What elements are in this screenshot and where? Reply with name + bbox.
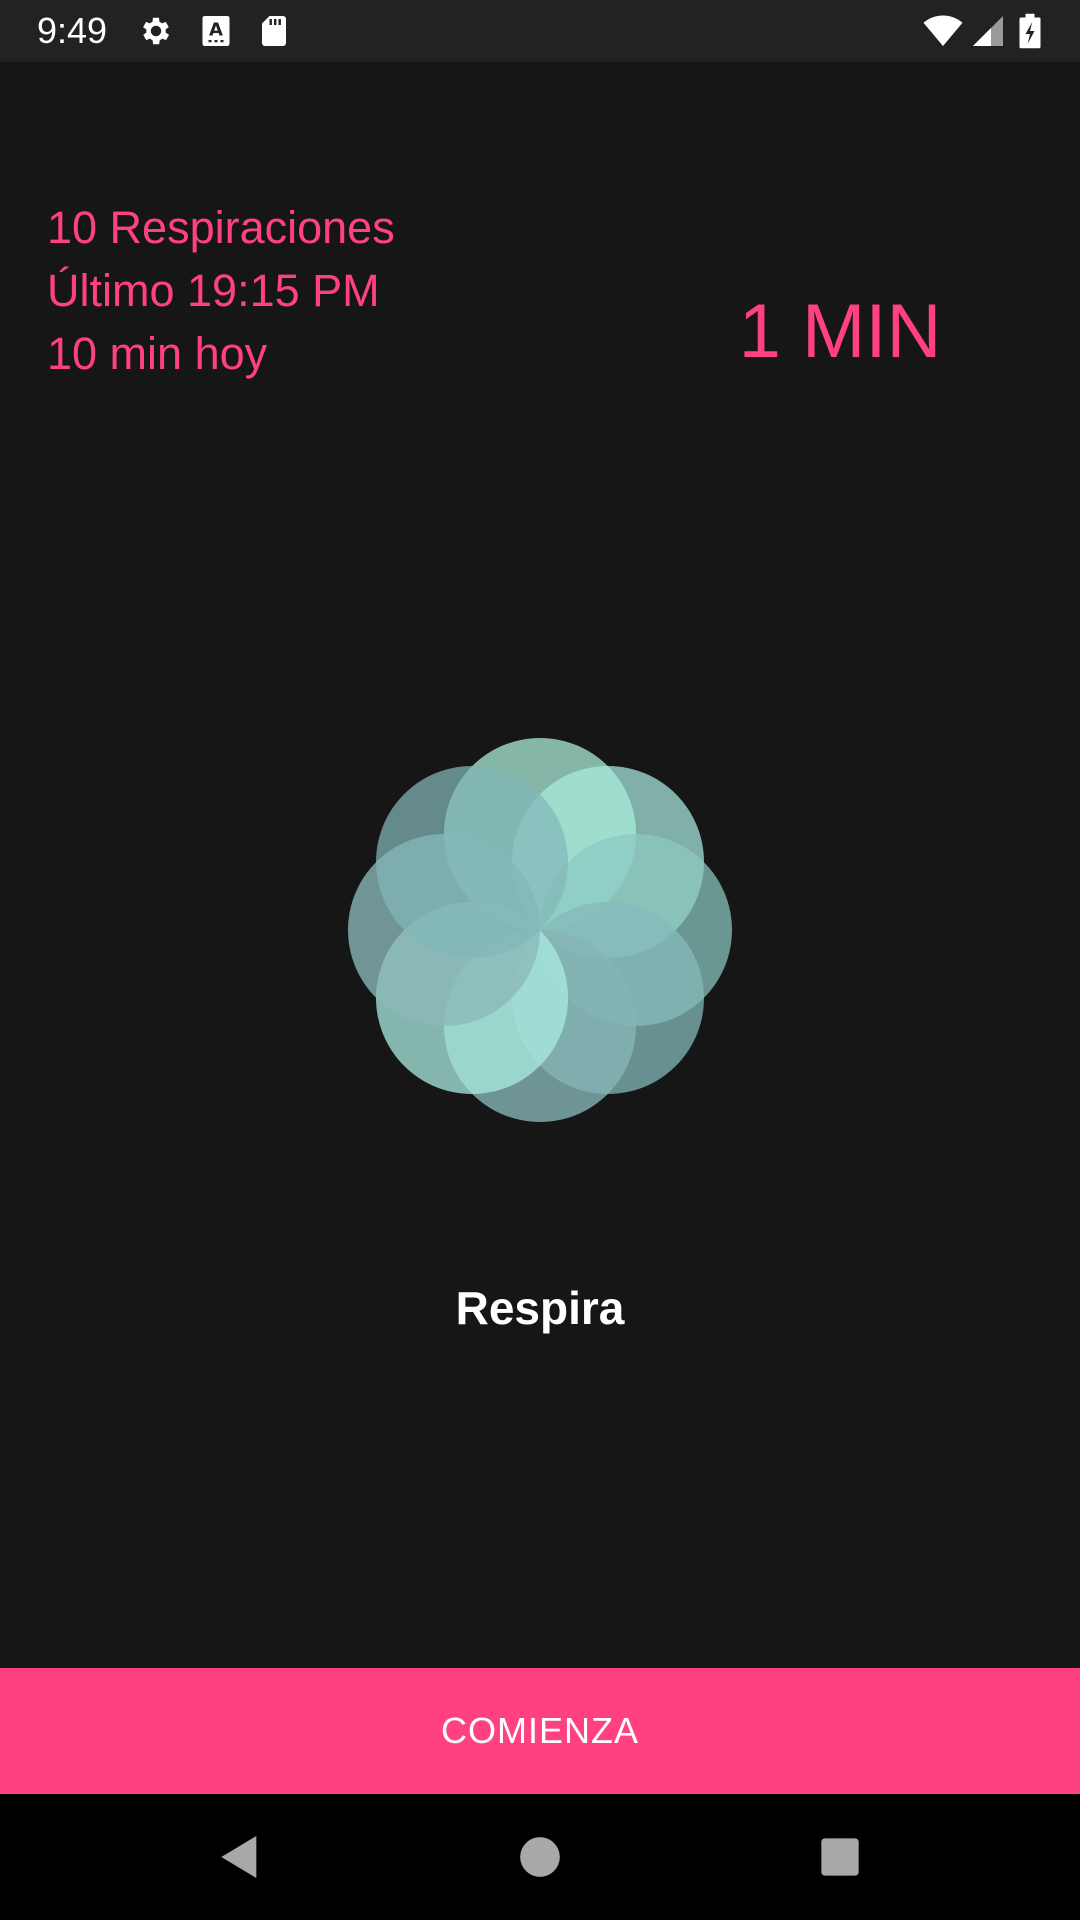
duration-selector[interactable]: 1 MIN — [700, 282, 980, 382]
breathe-label: Respira — [455, 1282, 625, 1334]
gear-icon — [143, 17, 170, 45]
navigation-bar — [0, 1794, 1080, 1920]
start-button[interactable]: COMIENZA — [0, 1668, 1080, 1794]
a-keyboard-icon: A — [202, 16, 230, 46]
breathe-screen: 9:49 A 10 Respiraciones Último 19:15 PM … — [0, 0, 1080, 1920]
home-icon[interactable] — [512, 1829, 568, 1885]
session-stats: 10 Respiraciones Último 19:15 PM 10 min … — [47, 196, 567, 385]
status-bar: 9:49 A — [0, 0, 1080, 62]
breath-count: 10 Respiraciones — [47, 202, 395, 253]
recents-icon[interactable] — [812, 1829, 868, 1885]
breathing-flower-icon — [348, 738, 732, 1122]
wifi-icon — [923, 15, 963, 46]
svg-text:A: A — [209, 20, 223, 41]
minutes-today: 10 min hoy — [47, 328, 268, 379]
sd-card-icon — [262, 16, 286, 46]
back-icon[interactable] — [212, 1829, 268, 1885]
battery-charging-icon — [1019, 13, 1041, 49]
last-session: Último 19:15 PM — [47, 265, 380, 316]
cell-signal-icon — [973, 16, 1003, 46]
status-time: 9:49 — [37, 10, 108, 51]
